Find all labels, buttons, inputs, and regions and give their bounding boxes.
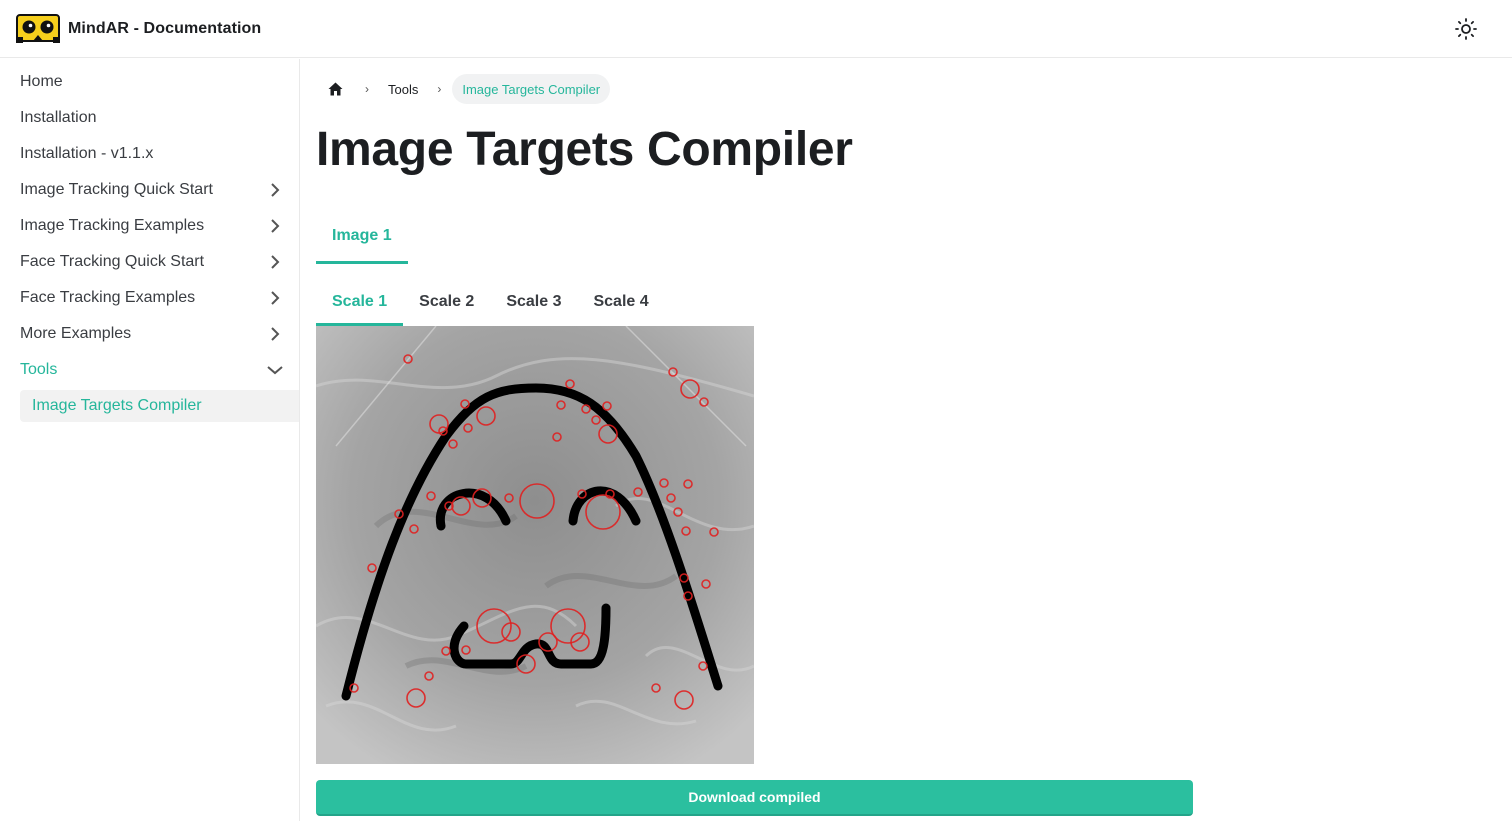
tab-scale-3[interactable]: Scale 3 — [490, 280, 577, 326]
sidebar-item-image-targets-compiler[interactable]: Image Targets Compiler — [20, 390, 299, 422]
sidebar-item-label: Installation - v1.1.x — [20, 145, 154, 162]
sidebar-item-label: More Examples — [20, 325, 132, 342]
chevron-right-icon[interactable] — [265, 324, 285, 344]
home-icon — [328, 82, 342, 96]
sidebar-item-label: Face Tracking Examples — [20, 289, 196, 306]
sidebar-item-image-tracking-examples[interactable]: Image Tracking Examples — [0, 208, 299, 244]
feature-points-canvas — [316, 326, 754, 764]
sidebar-item-label: Tools — [20, 361, 58, 378]
sidebar-item-label: Image Tracking Examples — [20, 217, 205, 234]
sidebar-item-face-tracking-examples[interactable]: Face Tracking Examples — [0, 280, 299, 316]
tab-scale-1[interactable]: Scale 1 — [316, 280, 404, 326]
download-compiled-button[interactable]: Download compiled — [316, 780, 1193, 816]
sidebar-item-more-examples[interactable]: More Examples — [0, 316, 299, 352]
vr-goggles-logo[interactable] — [16, 13, 60, 45]
breadcrumb-home[interactable] — [316, 74, 354, 104]
chevron-right-icon[interactable] — [265, 288, 285, 308]
sidebar-item-installation[interactable]: Installation — [0, 100, 299, 136]
chevron-down-icon[interactable] — [265, 360, 285, 380]
breadcrumb: › Tools › Image Targets Compiler — [316, 74, 611, 104]
sidebar-item-home[interactable]: Home — [0, 64, 299, 100]
chevron-right-icon[interactable] — [265, 180, 285, 200]
sidebar-item-tools[interactable]: Tools — [0, 352, 299, 388]
image-tabs: Image 1 — [316, 211, 408, 264]
tab-image-1[interactable]: Image 1 — [316, 211, 408, 264]
target-image-preview — [316, 326, 754, 764]
sidebar-item-label: Image Tracking Quick Start — [20, 181, 213, 198]
theme-toggle-button[interactable] — [1452, 15, 1480, 43]
navbar: MindAR - Documentation — [0, 0, 1512, 58]
scale-tabs: Scale 1 Scale 2 Scale 3 Scale 4 — [316, 280, 665, 326]
breadcrumb-item-current: Image Targets Compiler — [452, 74, 611, 104]
sun-icon — [1455, 18, 1477, 40]
sidebar-item-image-tracking-quick-start[interactable]: Image Tracking Quick Start — [0, 172, 299, 208]
sidebar-item-installation-v1[interactable]: Installation - v1.1.x — [0, 136, 299, 172]
chevron-right-icon[interactable] — [265, 216, 285, 236]
sidebar-item-label: Home — [20, 73, 63, 90]
chevron-right-icon[interactable] — [265, 252, 285, 272]
sidebar-item-face-tracking-quick-start[interactable]: Face Tracking Quick Start — [0, 244, 299, 280]
sidebar: Home Installation Installation - v1.1.x … — [0, 59, 300, 821]
tab-scale-2[interactable]: Scale 2 — [403, 280, 490, 326]
sidebar-item-label: Installation — [20, 109, 97, 126]
sidebar-item-label: Face Tracking Quick Start — [20, 253, 205, 270]
site-title[interactable]: MindAR - Documentation — [68, 20, 261, 38]
page-title: Image Targets Compiler — [316, 123, 853, 176]
breadcrumb-item-tools[interactable]: Tools — [380, 82, 426, 97]
tab-scale-4[interactable]: Scale 4 — [577, 280, 664, 326]
breadcrumb-separator-icon: › — [365, 82, 369, 96]
breadcrumb-separator-icon: › — [437, 82, 442, 96]
